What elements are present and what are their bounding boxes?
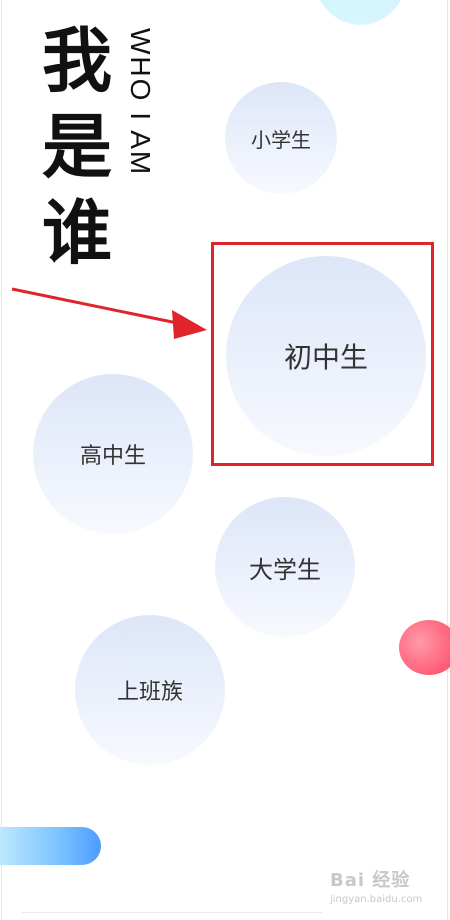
frame-border-left [1, 0, 2, 920]
decorative-blue-pill [0, 827, 101, 865]
page-subtitle: WHO I AM [125, 28, 156, 177]
option-label: 上班族 [116, 680, 183, 705]
arrow-head [172, 310, 207, 339]
page-title: 我 是 谁 [42, 18, 122, 276]
option-university[interactable]: 大学生 [215, 497, 355, 637]
option-office-worker[interactable]: 上班族 [75, 615, 225, 765]
title-char-3: 谁 [42, 192, 112, 274]
watermark-logo-text: Bai 经验 [330, 870, 411, 891]
title-char-2: 是 [42, 106, 112, 188]
frame-border-right [447, 0, 448, 920]
bottom-divider [22, 912, 322, 913]
option-label: 大学生 [249, 555, 321, 584]
watermark: Bai 经验 jingyan.baidu.com [330, 866, 422, 905]
decorative-pink-circle [399, 620, 450, 675]
option-label: 高中生 [79, 444, 146, 469]
decorative-cyan-circle [313, 0, 408, 25]
option-primary-school[interactable]: 小学生 [225, 82, 337, 194]
option-label: 小学生 [251, 127, 311, 152]
annotation-highlight-box [211, 242, 434, 466]
title-char-1: 我 [42, 20, 112, 102]
arrow-shaft [11, 287, 183, 326]
option-senior-high[interactable]: 高中生 [33, 374, 193, 534]
watermark-url: jingyan.baidu.com [330, 894, 423, 905]
